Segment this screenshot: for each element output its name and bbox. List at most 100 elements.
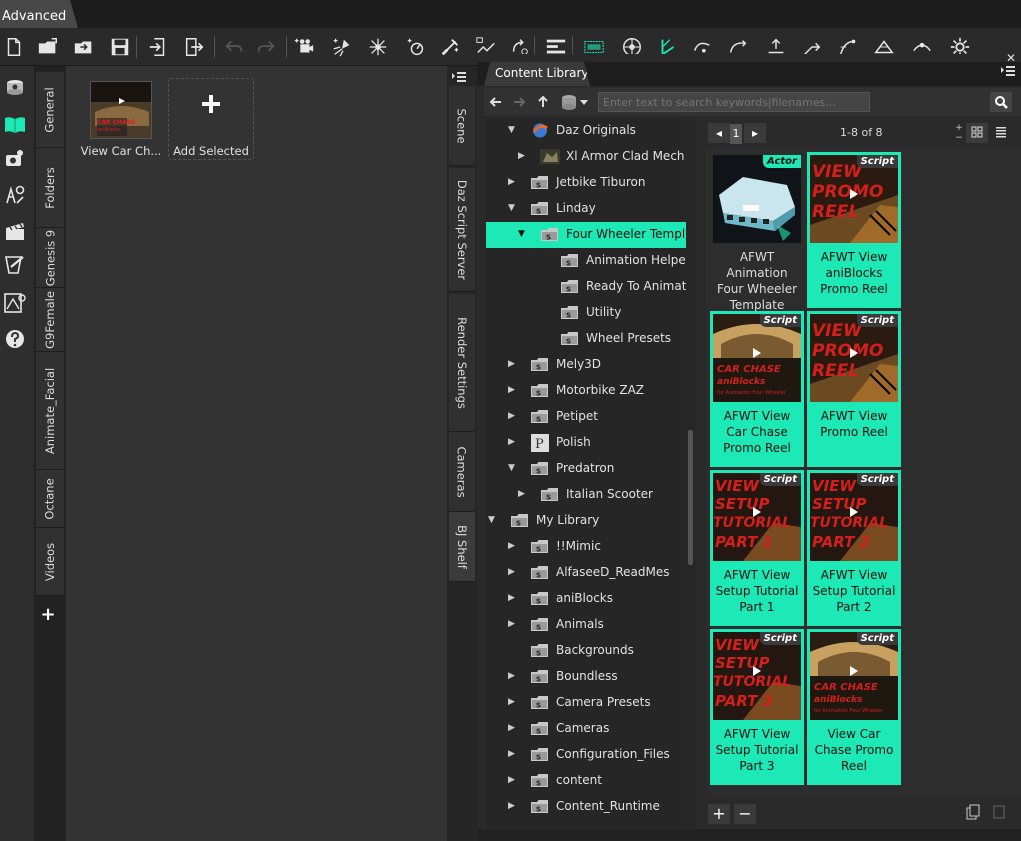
left-tab-general[interactable]: General (36, 72, 64, 148)
tree-item[interactable]: ▼ S My Library (486, 508, 686, 534)
search-input[interactable] (598, 92, 870, 112)
pose-tool-icon[interactable] (0, 288, 30, 318)
tree-item[interactable]: ▶ S Motorbike ZAZ (486, 378, 686, 404)
redo-icon[interactable] (254, 35, 278, 59)
tree-item[interactable]: ▶ S Mely3D (486, 352, 686, 378)
new-file-icon[interactable] (2, 35, 26, 59)
tree-item[interactable]: ▶ S AlfaseeD_ReadMes (486, 560, 686, 586)
database-dropdown-icon[interactable] (560, 93, 590, 111)
search-icon[interactable] (990, 92, 1012, 112)
asset-card[interactable]: CAR CHASE aniBlocks for Animation Four W… (710, 311, 804, 467)
collapsed-arrow-icon[interactable]: ▶ (508, 619, 518, 629)
tree-item[interactable]: ▶ P Polish (486, 430, 686, 456)
tree-scrollbar-thumb[interactable] (688, 430, 693, 565)
asset-card[interactable]: VIEW PROMO REEL Script AFWT View Promo Ree… (807, 311, 901, 467)
collapsed-arrow-icon[interactable]: ▶ (508, 697, 518, 707)
merge-folder-icon[interactable] (72, 35, 96, 59)
tree-item[interactable]: ▼ S Four Wheeler Templ... (486, 222, 686, 248)
left-tab-genesis-9[interactable]: Genesis 9 (36, 228, 64, 288)
expanded-arrow-icon[interactable]: ▼ (488, 515, 498, 525)
collapsed-arrow-icon[interactable]: ▶ (508, 567, 518, 577)
collapsed-arrow-icon[interactable]: ▶ (508, 411, 518, 421)
save-icon[interactable] (108, 35, 132, 59)
collapsed-arrow-icon[interactable]: ▶ (508, 671, 518, 681)
tree-item[interactable]: ▶ S Content_Runtime (486, 794, 686, 820)
list-view-icon[interactable] (990, 123, 1012, 143)
open-folder-icon[interactable] (36, 35, 60, 59)
collapsed-arrow-icon[interactable]: ▶ (508, 749, 518, 759)
tree-item[interactable]: ▶ S Petipet (486, 404, 686, 430)
next-page-button[interactable]: ▸ (744, 123, 766, 143)
undo-icon[interactable] (222, 35, 246, 59)
back-arrow-icon[interactable] (487, 93, 505, 111)
collapsed-arrow-icon[interactable]: ▶ (508, 385, 518, 395)
tree-item[interactable]: ▶ S Camera Presets (486, 690, 686, 716)
collapsed-arrow-icon[interactable]: ▶ (518, 489, 528, 499)
collapsed-arrow-icon[interactable]: ▶ (508, 359, 518, 369)
add-button[interactable]: + (708, 804, 730, 824)
spotlight-icon[interactable] (330, 35, 354, 59)
copy-icon[interactable] (962, 804, 984, 824)
export-icon[interactable] (182, 35, 206, 59)
collapsed-arrow-icon[interactable]: ▶ (508, 541, 518, 551)
right-tab-bj-shelf[interactable]: BJ Shelf (449, 512, 475, 582)
timeline-icon[interactable] (0, 180, 30, 210)
tree-item[interactable]: S Wheel Presets (486, 326, 686, 352)
point-light-icon[interactable] (404, 35, 428, 59)
asset-card[interactable]: CAR CHASE aniBlocks for Animation Four W… (807, 629, 901, 785)
expanded-arrow-icon[interactable]: ▼ (508, 125, 518, 135)
grid-view-icon[interactable] (966, 123, 988, 143)
expanded-arrow-icon[interactable]: ▼ (508, 463, 518, 473)
close-icon[interactable]: ✕ (1006, 52, 1018, 64)
tree-item[interactable]: S Ready To Animate... (486, 274, 686, 300)
bottom-splitter[interactable] (477, 829, 1021, 841)
tree-item[interactable]: ▼ S Predatron (486, 456, 686, 482)
add-pane-tab-button[interactable]: + (40, 606, 56, 624)
prev-page-button[interactable]: ◂ (708, 123, 730, 143)
tree-item[interactable]: ▶ S Boundless (486, 664, 686, 690)
right-tab-cameras[interactable]: Cameras (449, 432, 475, 512)
tree-item[interactable]: ▶ SaniBlocks (486, 586, 686, 612)
left-tab-octane[interactable]: Octane (36, 470, 64, 528)
pane-menu-icon[interactable] (451, 70, 467, 84)
left-tab-animate-facial[interactable]: Animate_Facial (36, 352, 64, 470)
content-library-icon[interactable] (0, 110, 30, 140)
left-tab-g9female[interactable]: G9Female (36, 288, 64, 352)
tree-item[interactable]: S Backgrounds (486, 638, 686, 664)
collapsed-arrow-icon[interactable]: ▶ (508, 177, 518, 187)
clapper-icon[interactable] (0, 216, 30, 246)
collapsed-arrow-icon[interactable]: ▶ (508, 801, 518, 811)
tree-item[interactable]: ▶ S Jetbike Tiburon (486, 170, 686, 196)
right-tab-daz-script-server[interactable]: Daz Script Server (449, 168, 475, 292)
tree-item[interactable]: ▶ Xl Armor Clad Mech (486, 144, 686, 170)
right-tab-render-settings[interactable]: Render Settings (449, 294, 475, 432)
help-icon[interactable] (0, 324, 30, 354)
distant-light-icon[interactable] (366, 35, 390, 59)
render-icon[interactable] (438, 35, 462, 59)
add-selected-button[interactable]: Add Selected (168, 78, 254, 174)
forward-arrow-icon[interactable] (510, 93, 528, 111)
tree-item[interactable]: ▶ S !!Mimic (486, 534, 686, 560)
asset-card[interactable]: VIEW PROMO REEL Script AFWT View aniBlocks… (807, 152, 901, 308)
workspace-tab-advanced[interactable]: Advanced (0, 0, 78, 28)
tree-item[interactable]: ▶ S Animals (486, 612, 686, 638)
expanded-arrow-icon[interactable]: ▼ (508, 203, 518, 213)
tree-item[interactable]: ▶ S Cameras (486, 716, 686, 742)
right-tab-scene[interactable]: Scene (449, 86, 475, 166)
asset-card[interactable]: Actor AFWT Animation Four Wheeler Templat… (710, 152, 804, 312)
add-camera-icon[interactable] (292, 35, 316, 59)
asset-card[interactable]: VIEW SETUP TUTORIAL PART 1 Script AFWT Vie… (710, 470, 804, 626)
tree-item[interactable]: ▶ Scontent (486, 768, 686, 794)
thumb-size-stepper[interactable]: + − (954, 123, 964, 143)
content-library-menu-icon[interactable] (1000, 64, 1016, 78)
tree-item[interactable]: ▶ S Configuration_Files (486, 742, 686, 768)
tree-item[interactable]: ▶ S Italian Scooter (486, 482, 686, 508)
content-library-tab[interactable]: Content Library (484, 62, 590, 86)
collapsed-arrow-icon[interactable]: ▶ (508, 775, 518, 785)
tree-item[interactable]: S Utility (486, 300, 686, 326)
left-tab-folders[interactable]: Folders (36, 148, 64, 228)
tree-item[interactable]: S Animation Helpers (486, 248, 686, 274)
camera-panel-icon[interactable] (0, 144, 30, 174)
asset-card[interactable]: VIEW SETUP TUTORIAL PART 3 Script AFWT Vie… (710, 629, 804, 785)
collapsed-arrow-icon[interactable]: ▶ (508, 723, 518, 733)
